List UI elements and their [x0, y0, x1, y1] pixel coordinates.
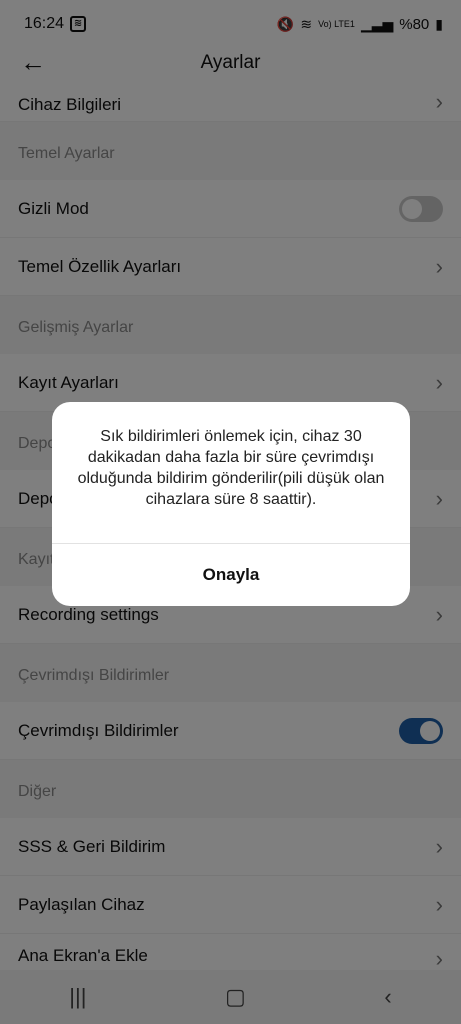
dialog-message: Sık bildirimleri önlemek için, cihaz 30 …	[77, 428, 385, 508]
offline-notification-dialog: Sık bildirimleri önlemek için, cihaz 30 …	[52, 402, 410, 606]
confirm-button[interactable]: Onayla	[52, 544, 410, 606]
